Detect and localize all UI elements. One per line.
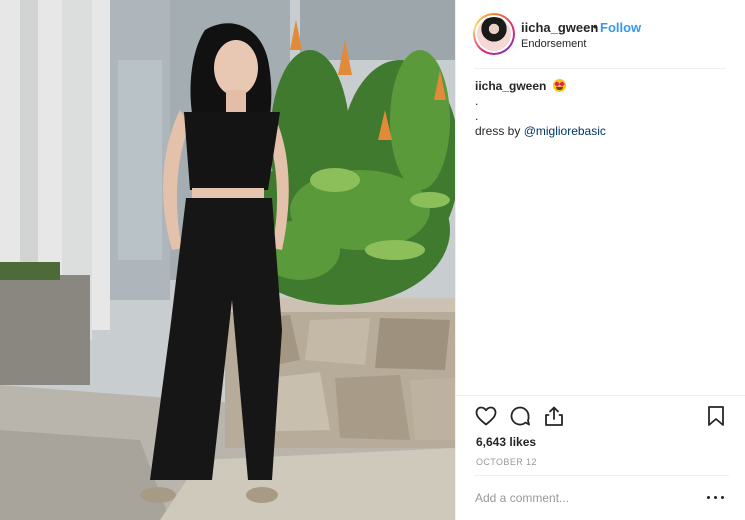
username-link[interactable]: iicha_gween <box>521 20 598 35</box>
caption-dot-line: . <box>475 109 479 123</box>
comment-divider <box>474 475 729 476</box>
avatar[interactable] <box>473 13 515 55</box>
post-photo[interactable] <box>0 0 455 520</box>
endorsement-label: Endorsement <box>521 38 587 50</box>
action-bar <box>474 404 729 430</box>
caption-credit-line: dress by @migliorebasic <box>475 124 730 139</box>
mention-link[interactable]: @migliorebasic <box>524 124 606 138</box>
post-side-panel: iicha_gween • Follow Endorsement iicha_g… <box>455 0 745 520</box>
caption-username-link[interactable]: iicha_gween <box>475 79 546 93</box>
caption-first-line: iicha_gween <box>475 79 730 94</box>
heart-icon[interactable] <box>474 404 498 428</box>
post-header: iicha_gween • Follow Endorsement <box>456 0 745 68</box>
separator-dot: • <box>593 19 598 34</box>
caption-credit-prefix: dress by <box>475 124 524 138</box>
comment-input[interactable] <box>475 487 685 509</box>
caption-dot-line: . <box>475 94 479 108</box>
bookmark-icon[interactable] <box>704 404 728 428</box>
star-struck-emoji-icon <box>552 79 566 92</box>
actions-divider <box>456 395 745 396</box>
share-icon[interactable] <box>542 404 566 428</box>
follow-button[interactable]: Follow <box>600 20 641 35</box>
comment-icon[interactable] <box>508 404 532 428</box>
more-options-icon[interactable] <box>706 488 726 506</box>
likes-count[interactable]: 6,643 likes <box>476 435 536 449</box>
photo-illustration <box>0 0 455 520</box>
post-caption: iicha_gween . . dress by @migliorebasic <box>475 79 730 139</box>
post-date[interactable]: OCTOBER 12 <box>476 457 537 467</box>
header-divider <box>474 68 726 69</box>
avatar-image <box>477 17 511 51</box>
